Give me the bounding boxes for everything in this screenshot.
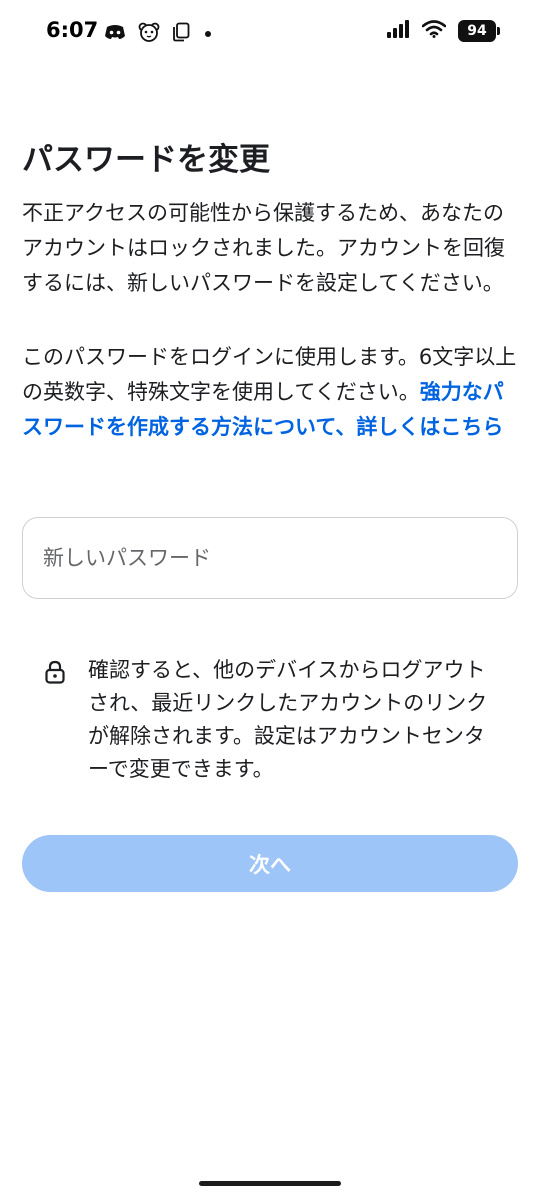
system-icons: 94 — [386, 20, 500, 42]
notice-text: 確認すると、他のデバイスからログアウトされ、最近リンクしたアカウントのリンクが解… — [88, 658, 488, 781]
dot-icon — [202, 25, 214, 44]
notification-icons — [104, 22, 214, 46]
battery-icon: 94 — [458, 20, 500, 42]
home-indicator[interactable] — [199, 1181, 341, 1186]
signal-icon — [386, 20, 410, 42]
status-bar: 6:07 94 — [0, 0, 540, 68]
new-password-input[interactable] — [22, 517, 518, 599]
discord-icon — [104, 23, 126, 45]
password-requirements: このパスワードをログインに使用します。6文字以上の英数字、特殊文字を使用してくだ… — [22, 340, 522, 445]
status-time: 6:07 — [46, 18, 99, 42]
lock-description: 不正アクセスの可能性から保護するため、あなたのアカウントはロックされました。アカ… — [22, 201, 505, 295]
main-content: パスワードを変更 不正アクセスの可能性から保護するため、あなたのアカウントはロッ… — [22, 140, 522, 445]
page-title: パスワードを変更 — [22, 142, 270, 178]
logout-notice: 確認すると、他のデバイスからログアウトされ、最近リンクしたアカウントのリンクが解… — [44, 654, 504, 786]
copy-icon — [172, 22, 190, 46]
lock-icon — [44, 660, 68, 786]
wifi-icon — [421, 20, 447, 42]
bear-face-icon — [138, 22, 160, 46]
next-button[interactable]: 次へ — [22, 835, 518, 892]
